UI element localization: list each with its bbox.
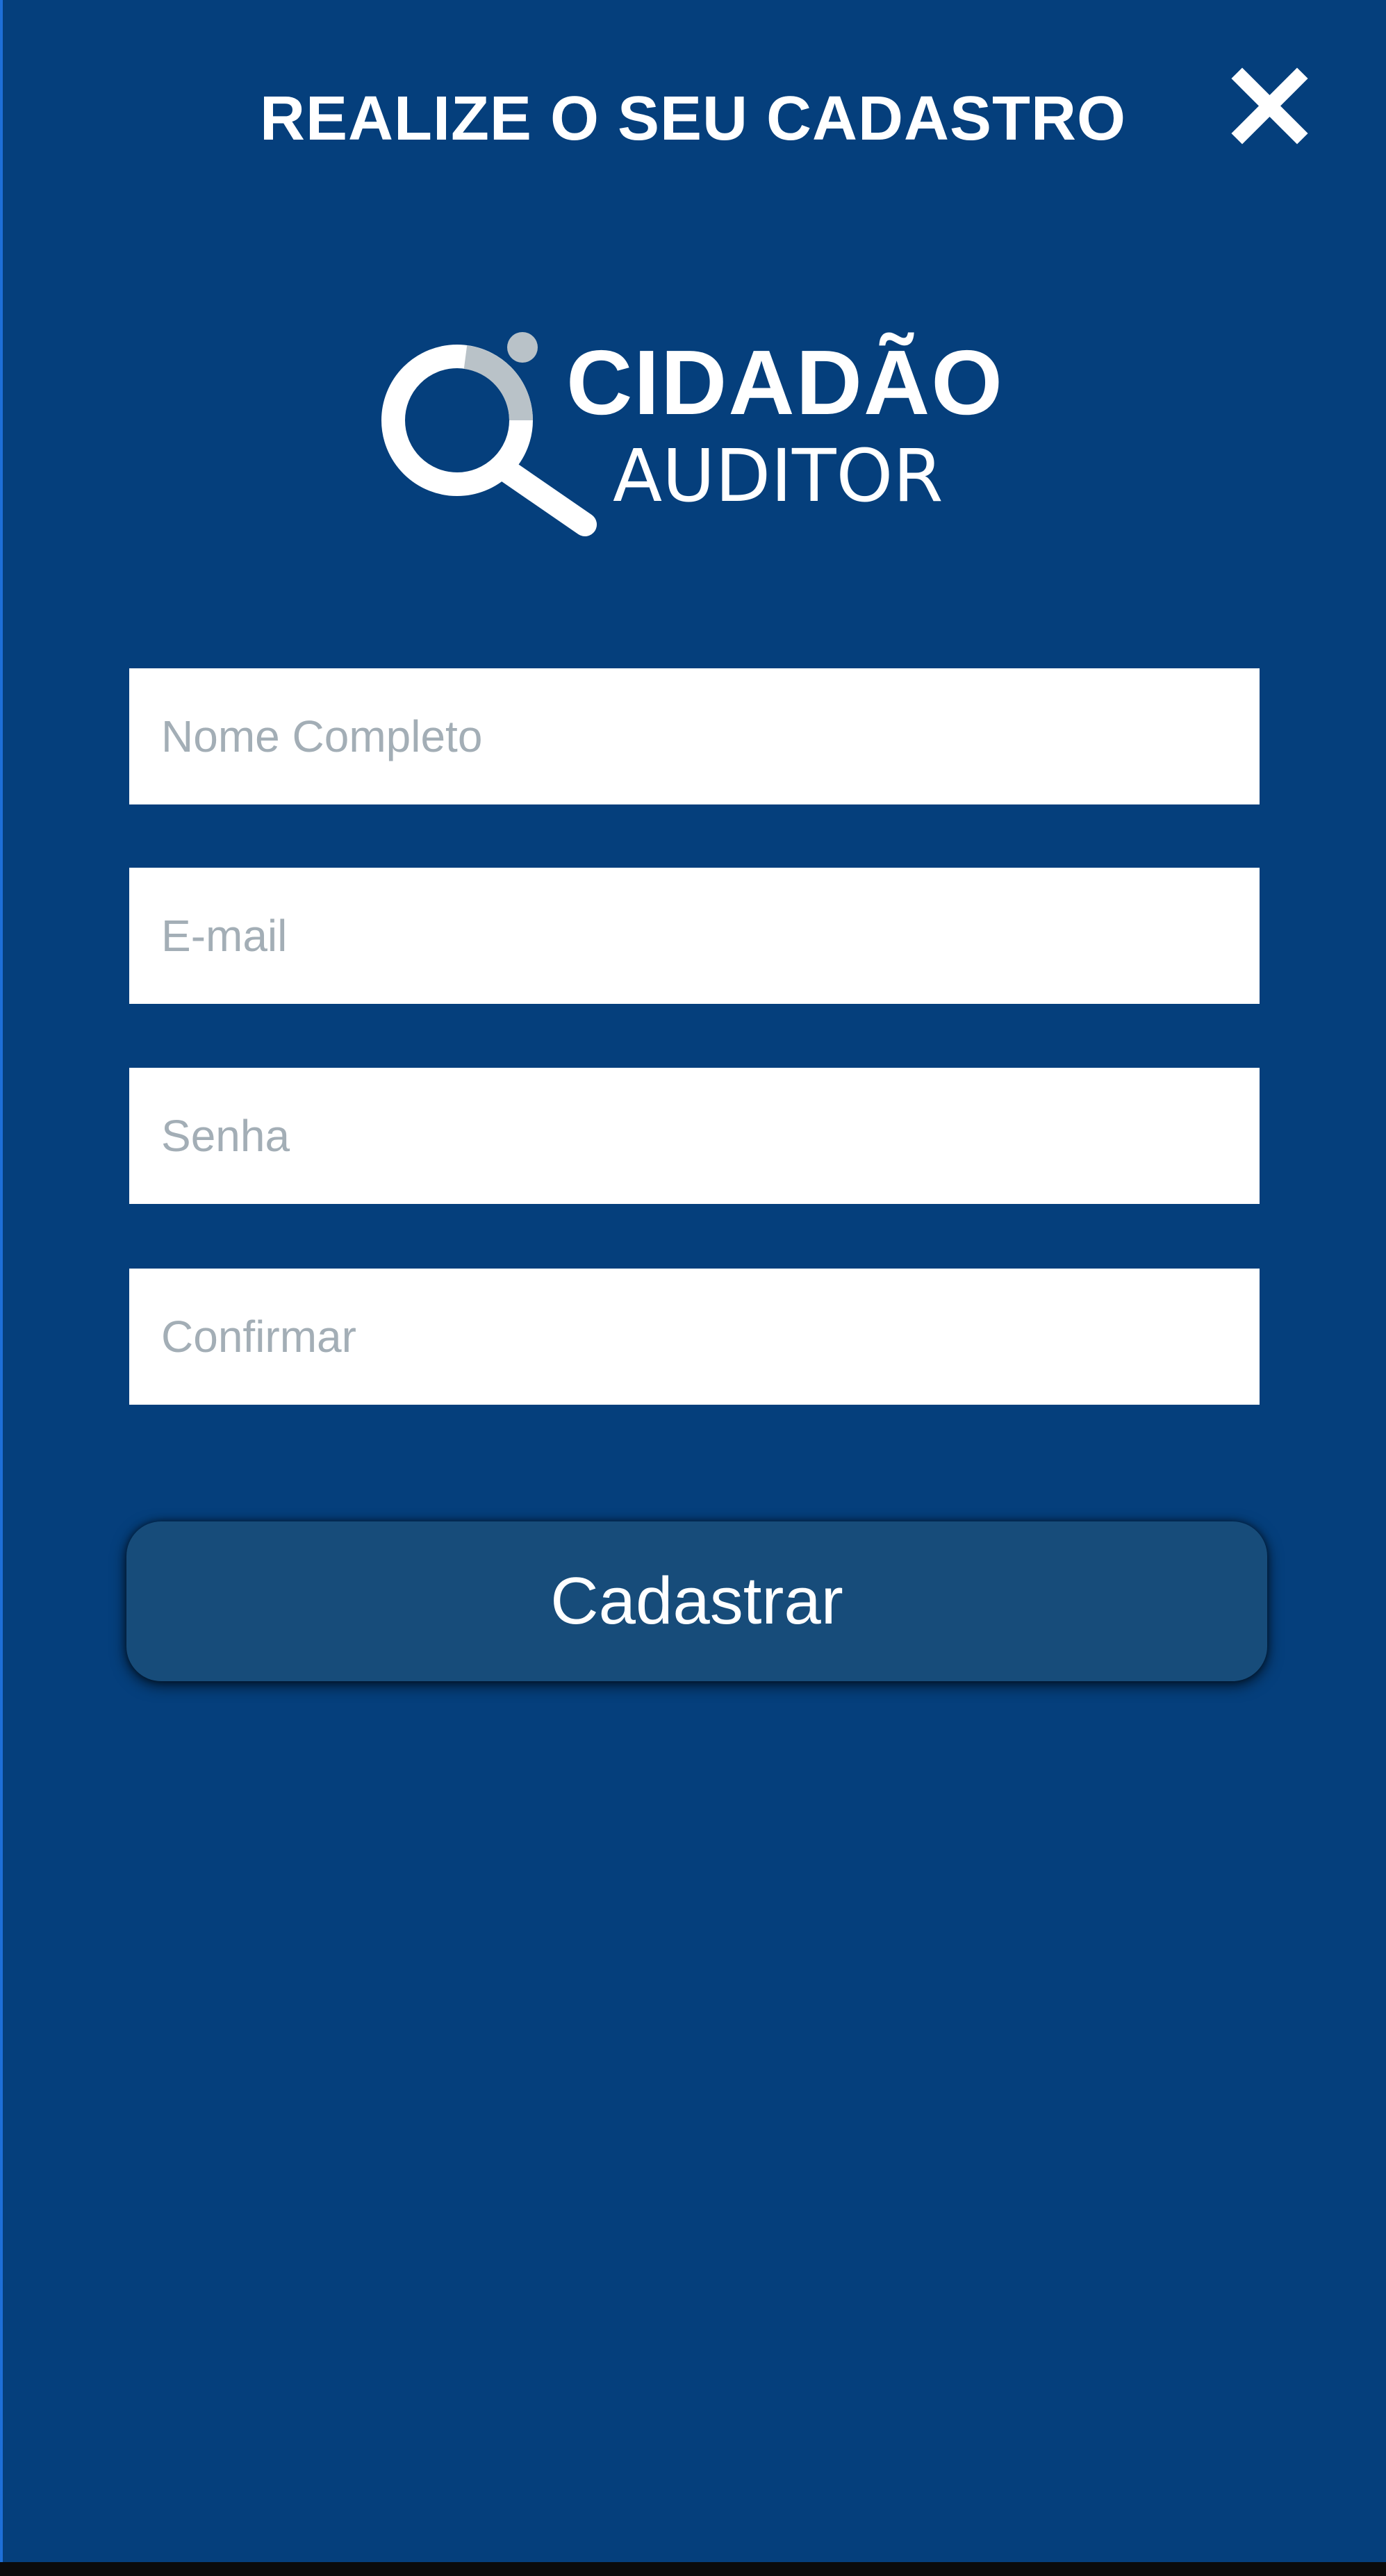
close-icon [1231, 67, 1308, 145]
page-title: REALIZE O SEU CADASTRO [259, 84, 1127, 154]
logo-subtitle: AUDITOR [613, 434, 943, 518]
full-name-input[interactable] [129, 668, 1260, 804]
close-button[interactable] [1230, 66, 1310, 146]
system-bottom-bar [0, 2562, 1386, 2576]
register-button[interactable]: Cadastrar [126, 1521, 1267, 1681]
left-edge [0, 0, 3, 2562]
confirm-password-input[interactable] [129, 1269, 1260, 1405]
app-logo: CIDADÃO AUDITOR [375, 316, 1021, 545]
email-input[interactable] [129, 868, 1260, 1004]
registration-screen: REALIZE O SEU CADASTRO CIDADÃO AUDITOR C… [0, 0, 1386, 2562]
logo-title: CIDADÃO [566, 331, 1004, 434]
password-input[interactable] [129, 1068, 1260, 1204]
